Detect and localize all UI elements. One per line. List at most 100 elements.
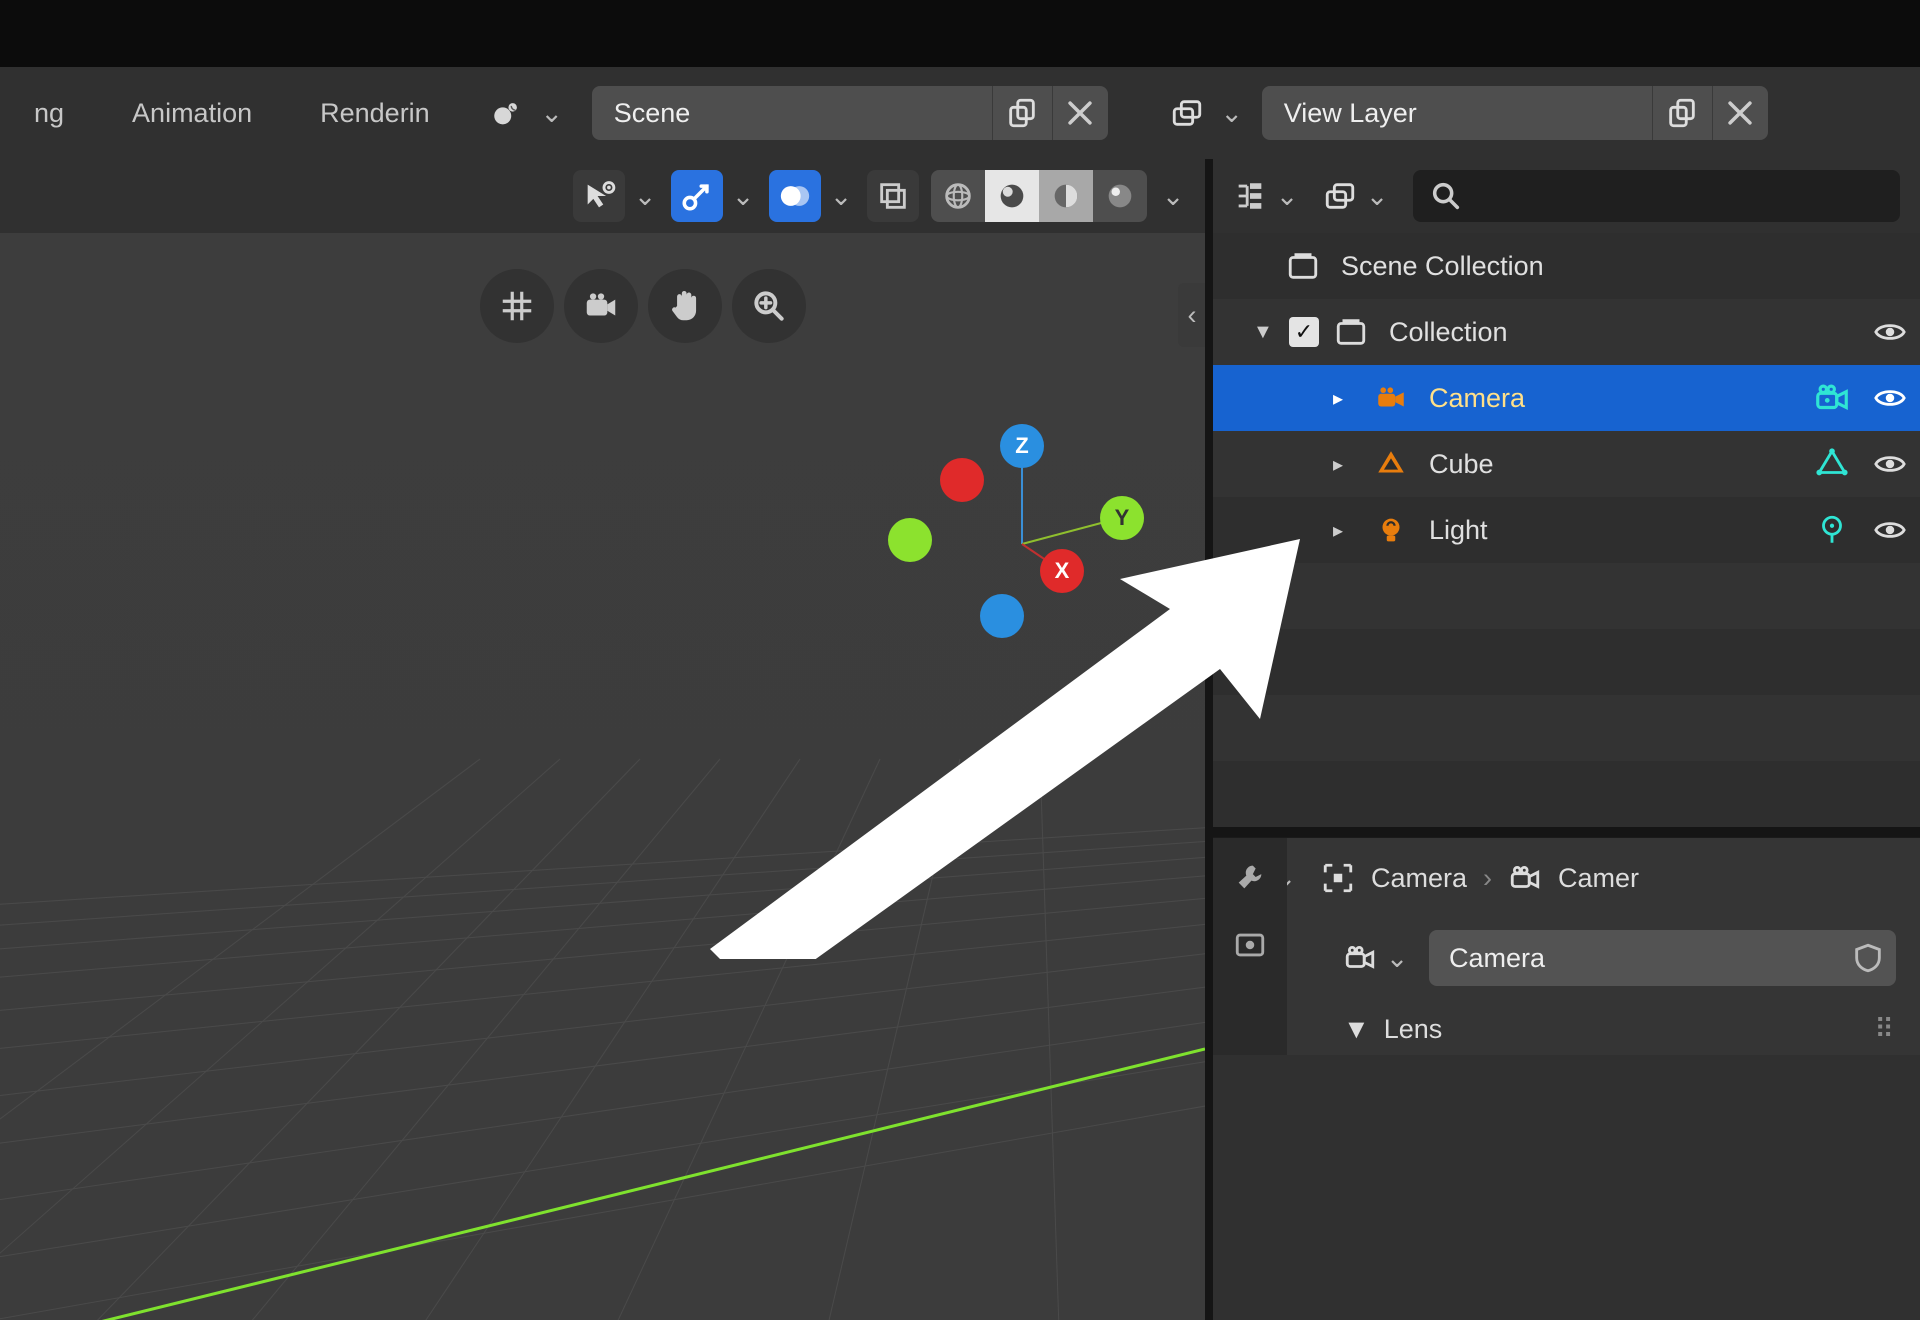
visibility-toggle[interactable] [1860,315,1920,349]
eye-icon [1873,513,1907,547]
workspace-tabs: ng Animation Renderin [0,67,464,159]
drag-handle-icon[interactable]: ⠿ [1874,1014,1896,1045]
breadcrumb-object: Camera [1371,863,1467,894]
chevron-down-icon: ⌄ [1273,181,1301,212]
view-layer-name: View Layer [1262,98,1652,129]
scene-selector: ⌄ Scene [464,67,1118,159]
overlays-icon [778,179,812,213]
xray-icon [876,179,910,213]
visibility-toggle[interactable] [1860,381,1920,415]
toggle-grid-button[interactable] [480,269,554,343]
pan-view-button[interactable] [648,269,722,343]
collection-icon [1329,315,1373,349]
camera-data-icon [1804,379,1860,417]
outliner-row-collection[interactable]: ▼ ✓ Collection [1213,299,1920,365]
delete-scene-button[interactable] [1052,86,1108,140]
outliner-label: Camera [1425,383,1804,414]
viewport-header: ⌄ ⌄ ⌄ [0,159,1205,233]
delete-view-layer-button[interactable] [1712,86,1768,140]
fake-user-toggle[interactable] [1840,941,1896,975]
visibility-toggle[interactable] [1860,513,1920,547]
outliner-filter-dropdown[interactable]: ⌄ [1323,179,1391,213]
workspace-tab[interactable]: ng [0,98,98,129]
new-view-layer-button[interactable] [1652,86,1712,140]
camera-icon [1343,941,1377,975]
camera-icon [1508,861,1542,895]
outliner-row-camera[interactable]: ▸ Camera [1213,365,1920,431]
shading-solid[interactable] [985,170,1039,222]
cursor-eye-icon [582,179,616,213]
search-icon [1429,179,1463,213]
camera-object-icon [1369,381,1413,415]
disclosure-triangle: ▼ [1343,1014,1370,1045]
mesh-data-icon [1804,447,1860,481]
sidebar-collapse-handle[interactable]: ‹ [1178,283,1206,347]
chevron-down-icon: ⌄ [729,181,757,212]
rendered-sphere-icon [1103,179,1137,213]
outliner-row-scene-collection[interactable]: Scene Collection [1213,233,1920,299]
workspace-tab[interactable]: Animation [98,98,286,129]
axis-neg[interactable] [940,458,984,502]
outliner-display-dropdown[interactable]: ⌄ [1233,179,1301,213]
layers-copy-icon [1005,96,1039,130]
collection-enable-checkbox[interactable]: ✓ [1289,317,1319,347]
datablock-name: Camera [1429,943,1840,974]
disclosure-triangle[interactable]: ▼ [1253,321,1289,344]
chevron-down-icon: ⌄ [631,181,659,212]
scene-name: Scene [592,98,992,129]
xray-toggle[interactable] [867,170,919,222]
view-layer-dropdown[interactable]: ⌄ [1154,90,1262,136]
outliner-label: Scene Collection [1337,251,1920,282]
shading-material[interactable] [1039,170,1093,222]
datablock-name-field[interactable]: Camera [1429,930,1896,986]
breadcrumb-data: Camer [1558,863,1639,894]
scene-type-dropdown[interactable]: ⌄ [474,90,582,136]
datablock-dropdown[interactable]: ⌄ [1343,941,1411,975]
panel-title: Lens [1384,1014,1443,1045]
shading-wireframe[interactable] [931,170,985,222]
tab-label: Animation [132,98,252,129]
panel-lens-header[interactable]: ▼ Lens ⠿ [1213,998,1920,1055]
disclosure-triangle[interactable]: ▸ [1333,386,1369,411]
tree-icon [1233,179,1267,213]
close-icon [1063,96,1097,130]
zoom-view-button[interactable] [732,269,806,343]
new-scene-button[interactable] [992,86,1052,140]
camera-view-button[interactable] [564,269,638,343]
viewport-3d[interactable]: ⌄ ⌄ ⌄ [0,159,1205,1320]
disclosure-triangle[interactable]: ▸ [1333,518,1369,543]
eye-icon [1873,315,1907,349]
window-titlebar [0,0,1920,67]
outliner-row-cube[interactable]: ▸ Cube [1213,431,1920,497]
view-layer-name-field[interactable]: View Layer [1262,86,1768,140]
gizmo-arrow-icon [680,179,714,213]
chevron-down-icon: ⌄ [1383,943,1411,974]
chevron-down-icon: ⌄ [1363,181,1391,212]
tab-label: ng [34,98,64,129]
outliner-search[interactable] [1413,170,1900,222]
layers-copy-icon [1665,96,1699,130]
hand-icon [666,287,704,325]
overlays-toggle[interactable] [769,170,821,222]
outliner-label: Cube [1425,449,1804,480]
outliner-label: Collection [1385,317,1860,348]
viewport-nav-buttons [480,269,806,343]
collection-icon [1281,249,1325,283]
light-object-icon [1369,513,1413,547]
axis-z[interactable]: Z [1000,424,1044,468]
top-header: ng Animation Renderin ⌄ Scene ⌄ [0,67,1920,159]
pointer-arrow-annotation [700,529,1320,959]
scene-name-field[interactable]: Scene [592,86,1108,140]
camera-icon [582,287,620,325]
selectability-dropdown[interactable] [573,170,625,222]
gizmo-toggle[interactable] [671,170,723,222]
outliner-header: ⌄ ⌄ [1213,159,1920,233]
shading-rendered[interactable] [1093,170,1147,222]
shading-mode-switch [931,170,1147,222]
chevron-down-icon: ⌄ [1159,181,1187,212]
disclosure-triangle[interactable]: ▸ [1333,452,1369,477]
solid-sphere-icon [995,179,1029,213]
visibility-toggle[interactable] [1860,447,1920,481]
y-axis-line [0,1049,1205,1320]
workspace-tab[interactable]: Renderin [286,98,464,129]
